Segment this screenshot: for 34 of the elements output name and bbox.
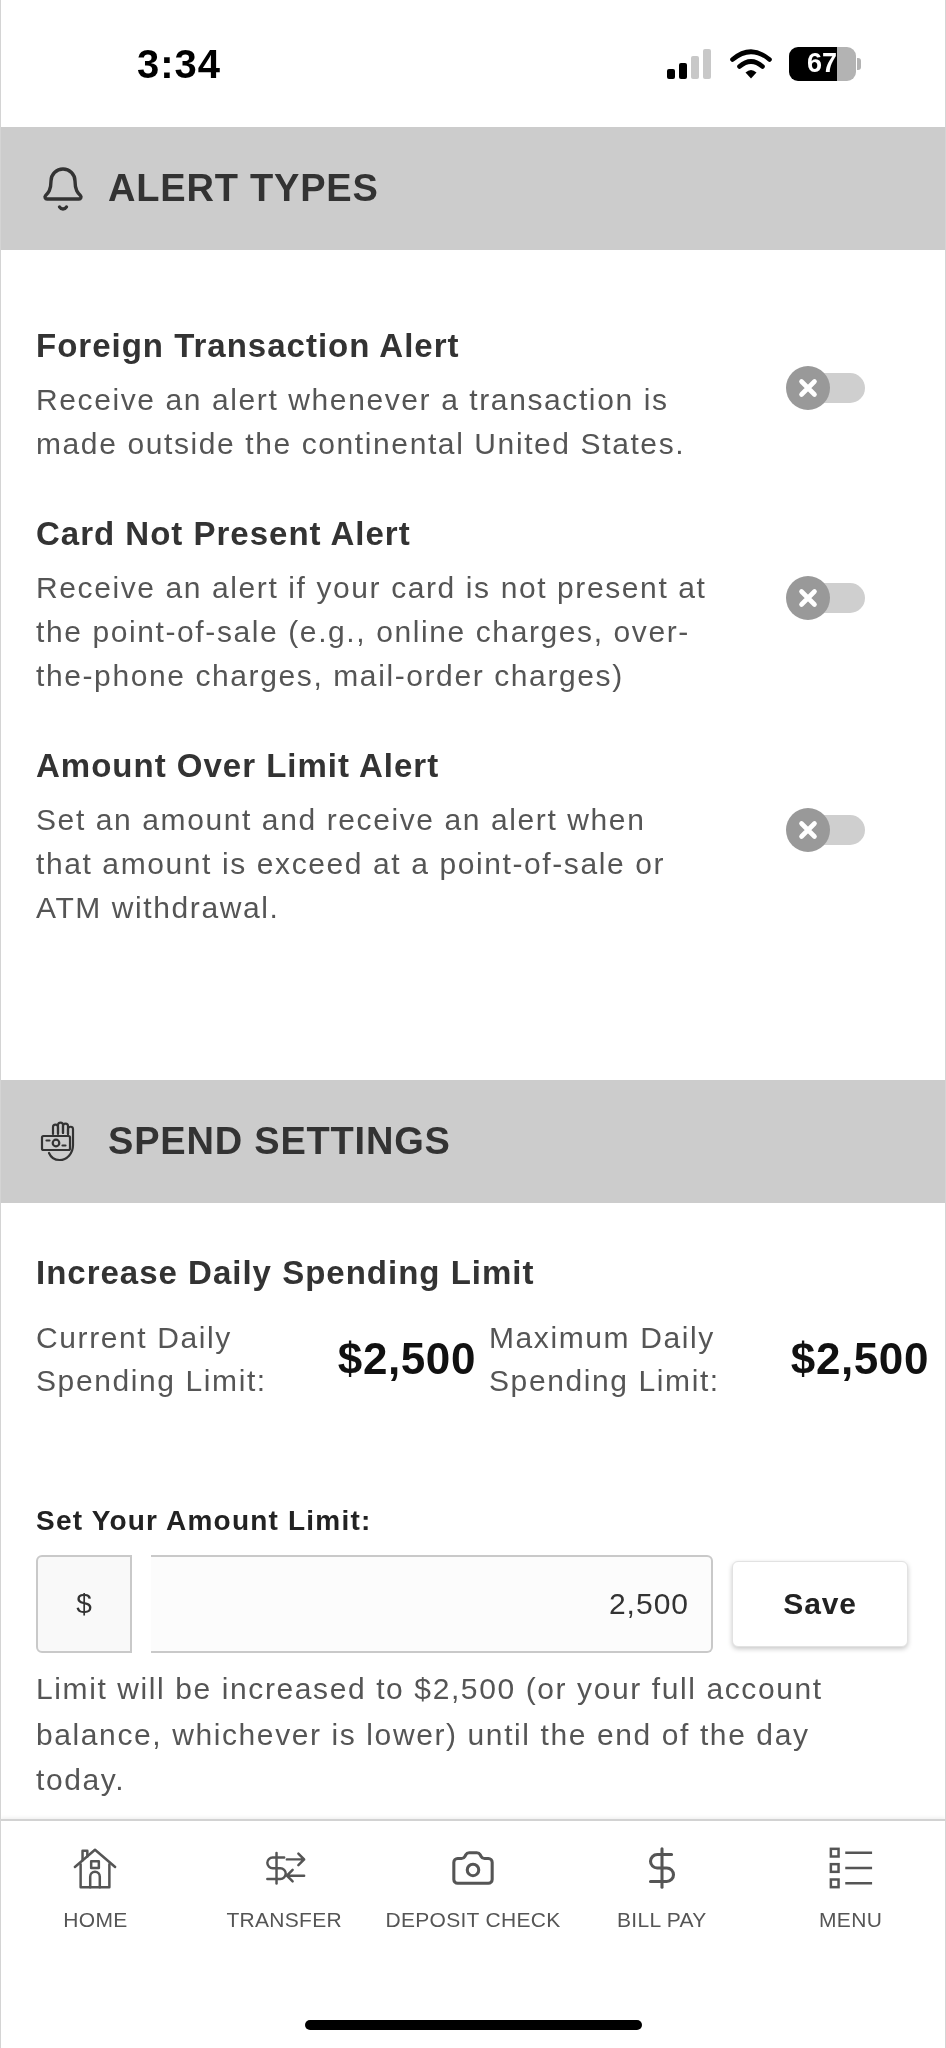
tab-bar-item[interactable]: MENU	[756, 1845, 945, 1933]
section-title: SPEND SETTINGS	[108, 1118, 451, 1164]
section-title: ALERT TYPES	[108, 165, 379, 211]
currency-prefix: $	[36, 1555, 132, 1653]
limit-note: Limit will be increased to $2,500 (or your full account balance, whichever is lower) until the end of the day today.	[36, 1671, 824, 1798]
alert-title: Card Not Present Alert	[36, 514, 412, 554]
limit-amount: $2,500	[790, 1332, 929, 1385]
limit-label: Current Daily Spending Limit:	[36, 1320, 268, 1399]
status-time: 3:34	[137, 43, 222, 84]
alert-description: Set an amount and receive an alert when that amount is exceed at a point-of-sale or ATM withdrawal.	[36, 802, 667, 926]
checklist-icon	[827, 1845, 874, 1891]
signal-icon	[667, 48, 713, 79]
save-button[interactable]: Save	[732, 1561, 908, 1647]
toggle-switch[interactable]	[786, 366, 865, 410]
toggle-switch[interactable]	[786, 808, 865, 852]
cross-icon	[786, 808, 830, 852]
amount-input[interactable]: 2,500	[151, 1555, 713, 1653]
tab-bar-item[interactable]: TRANSFER	[189, 1845, 379, 1933]
alert-title: Foreign Transaction Alert	[36, 326, 461, 366]
limit-heading: Increase Daily Spending Limit	[36, 1253, 536, 1293]
cross-icon	[786, 576, 830, 620]
limit-amount: $2,500	[337, 1332, 476, 1385]
tab-bar-item[interactable]: HOME	[1, 1845, 190, 1933]
limit-label: Maximum Daily Spending Limit:	[489, 1320, 721, 1399]
cross-icon	[786, 366, 830, 410]
toggle-switch[interactable]	[786, 576, 865, 620]
tab-bar-item[interactable]: BILL PAY	[567, 1845, 757, 1933]
alert-title: Amount Over Limit Alert	[36, 746, 441, 786]
battery-indicator: 67	[789, 46, 861, 81]
alert-description: Receive an alert if your card is not present at the point-of-sale (e.g., online charges, over-the-phone charges, mail-order charges)	[36, 570, 708, 694]
tab-bar-item[interactable]: DEPOSIT CHECK	[378, 1845, 568, 1933]
wifi-icon	[729, 47, 773, 80]
field-label: Set Your Amount Limit:	[36, 1504, 373, 1538]
alert-description: Receive an alert whenever a transaction is made outside the continental United States.	[36, 382, 687, 462]
